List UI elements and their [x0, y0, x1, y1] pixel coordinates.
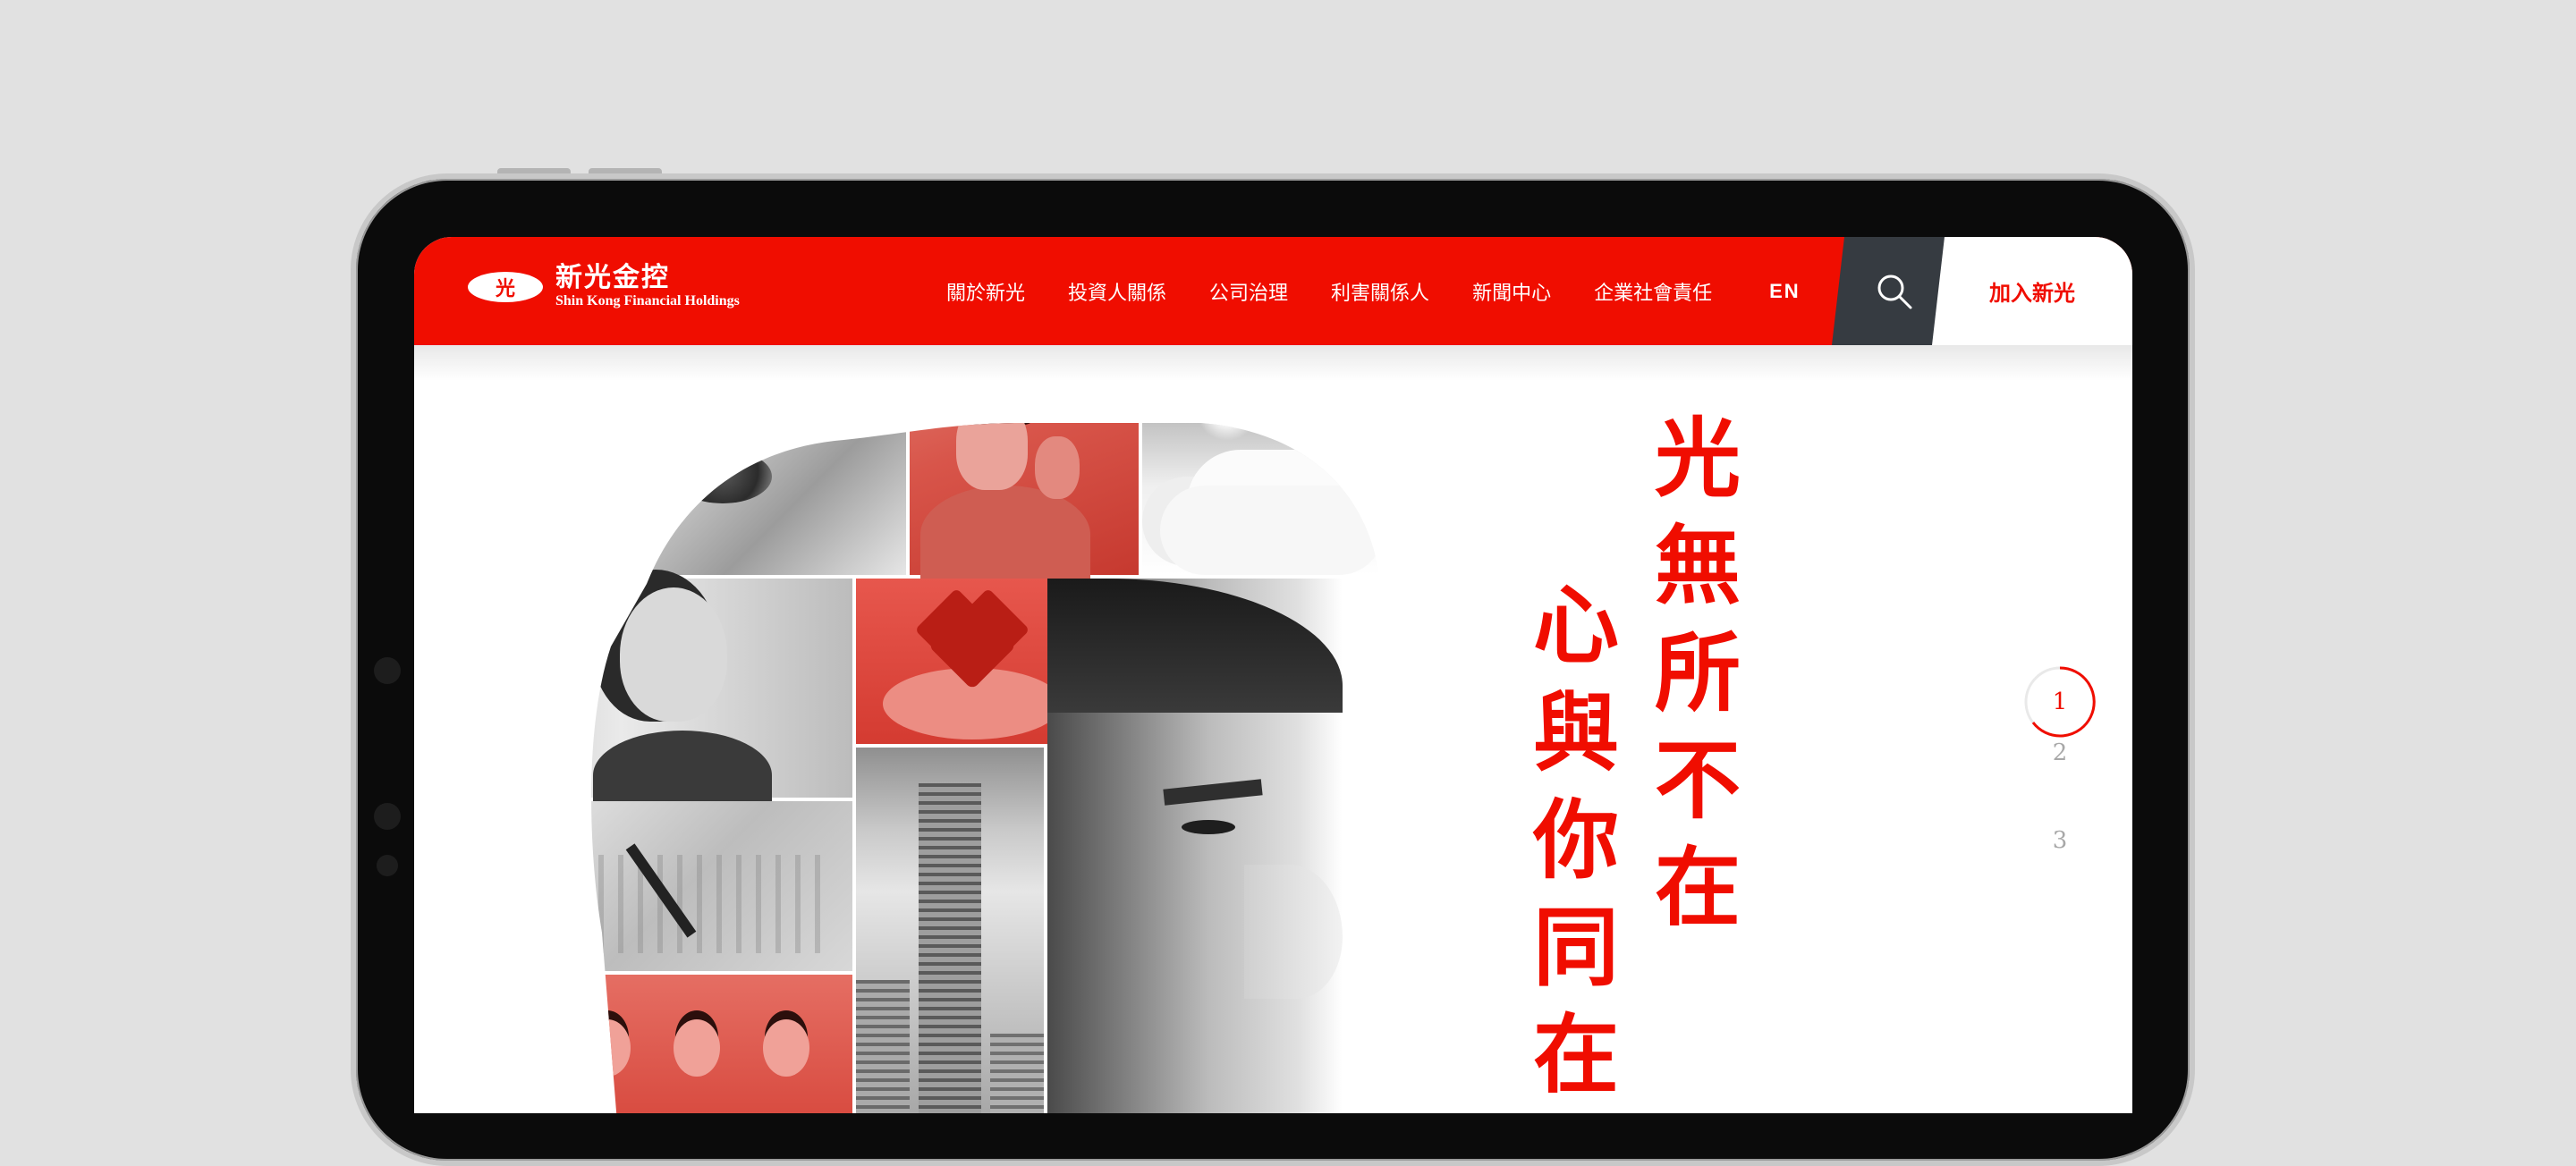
camera-lens — [374, 657, 401, 684]
photo-skyscraper — [856, 748, 1044, 1113]
website-screen: 光 新光金控 Shin Kong Financial Holdings 關於新光… — [414, 237, 2132, 1113]
nav-shadow — [414, 345, 2132, 381]
menu-item-csr[interactable]: 企業社會責任 — [1594, 277, 1712, 306]
menu-item-about[interactable]: 關於新光 — [946, 277, 1025, 306]
headline-char: 無 — [1655, 515, 1741, 616]
camera-lens — [377, 855, 398, 876]
headline-char: 光 — [1655, 408, 1741, 509]
hero-headline-line-1: 光 無 所 不 在 — [1648, 405, 1747, 942]
menu-item-corporate-governance[interactable]: 公司治理 — [1209, 277, 1288, 306]
brand-logo[interactable]: 光 新光金控 Shin Kong Financial Holdings — [468, 264, 740, 310]
brand-name-en: Shin Kong Financial Holdings — [555, 293, 740, 308]
camera-lens — [374, 803, 401, 830]
headline-char: 心 — [1533, 575, 1619, 676]
photo-pen-chart — [521, 801, 852, 971]
menu-item-investor-relations[interactable]: 投資人關係 — [1068, 277, 1166, 306]
pager-item-1[interactable]: 1 — [2022, 664, 2097, 739]
pager-item-2[interactable]: 2 — [2022, 739, 2097, 766]
photo-smiling-woman — [521, 579, 852, 798]
menu-item-news-center[interactable]: 新聞中心 — [1472, 277, 1551, 306]
search-icon — [1875, 272, 1914, 311]
headline-char: 你 — [1533, 790, 1619, 891]
photo-team-group — [557, 975, 852, 1113]
headline-char: 與 — [1533, 682, 1619, 783]
logo-text: 新光金控 Shin Kong Financial Holdings — [555, 264, 740, 310]
menu-item-stakeholders[interactable]: 利害關係人 — [1331, 277, 1429, 306]
headline-char: 在 — [1533, 1004, 1619, 1105]
photo-man-thinking — [910, 351, 1139, 575]
join-button[interactable]: 加入新光 — [1932, 237, 2132, 345]
headline-char: 在 — [1655, 837, 1741, 938]
logo-emblem-icon: 光 — [468, 272, 543, 302]
photo-man-profile — [1047, 579, 1343, 1113]
hero-headline-line-2: 心 與 你 同 在 — [1527, 572, 1625, 1109]
language-switch[interactable]: EN — [1769, 280, 1801, 303]
headline-char: 所 — [1655, 622, 1741, 723]
top-navigation-bar: 光 新光金控 Shin Kong Financial Holdings 關於新光… — [414, 237, 2132, 345]
headline-char: 不 — [1655, 730, 1741, 831]
hero-photo-collage — [521, 351, 1309, 1113]
photo-sky-clouds — [1142, 351, 1402, 575]
brand-name-zh: 新光金控 — [555, 262, 670, 293]
pager-item-3[interactable]: 3 — [2022, 827, 2097, 854]
photo-hands-seedling — [521, 351, 906, 575]
main-menu: 關於新光 投資人關係 公司治理 利害關係人 新聞中心 企業社會責任 EN — [946, 237, 1843, 345]
headline-char: 同 — [1533, 897, 1619, 998]
